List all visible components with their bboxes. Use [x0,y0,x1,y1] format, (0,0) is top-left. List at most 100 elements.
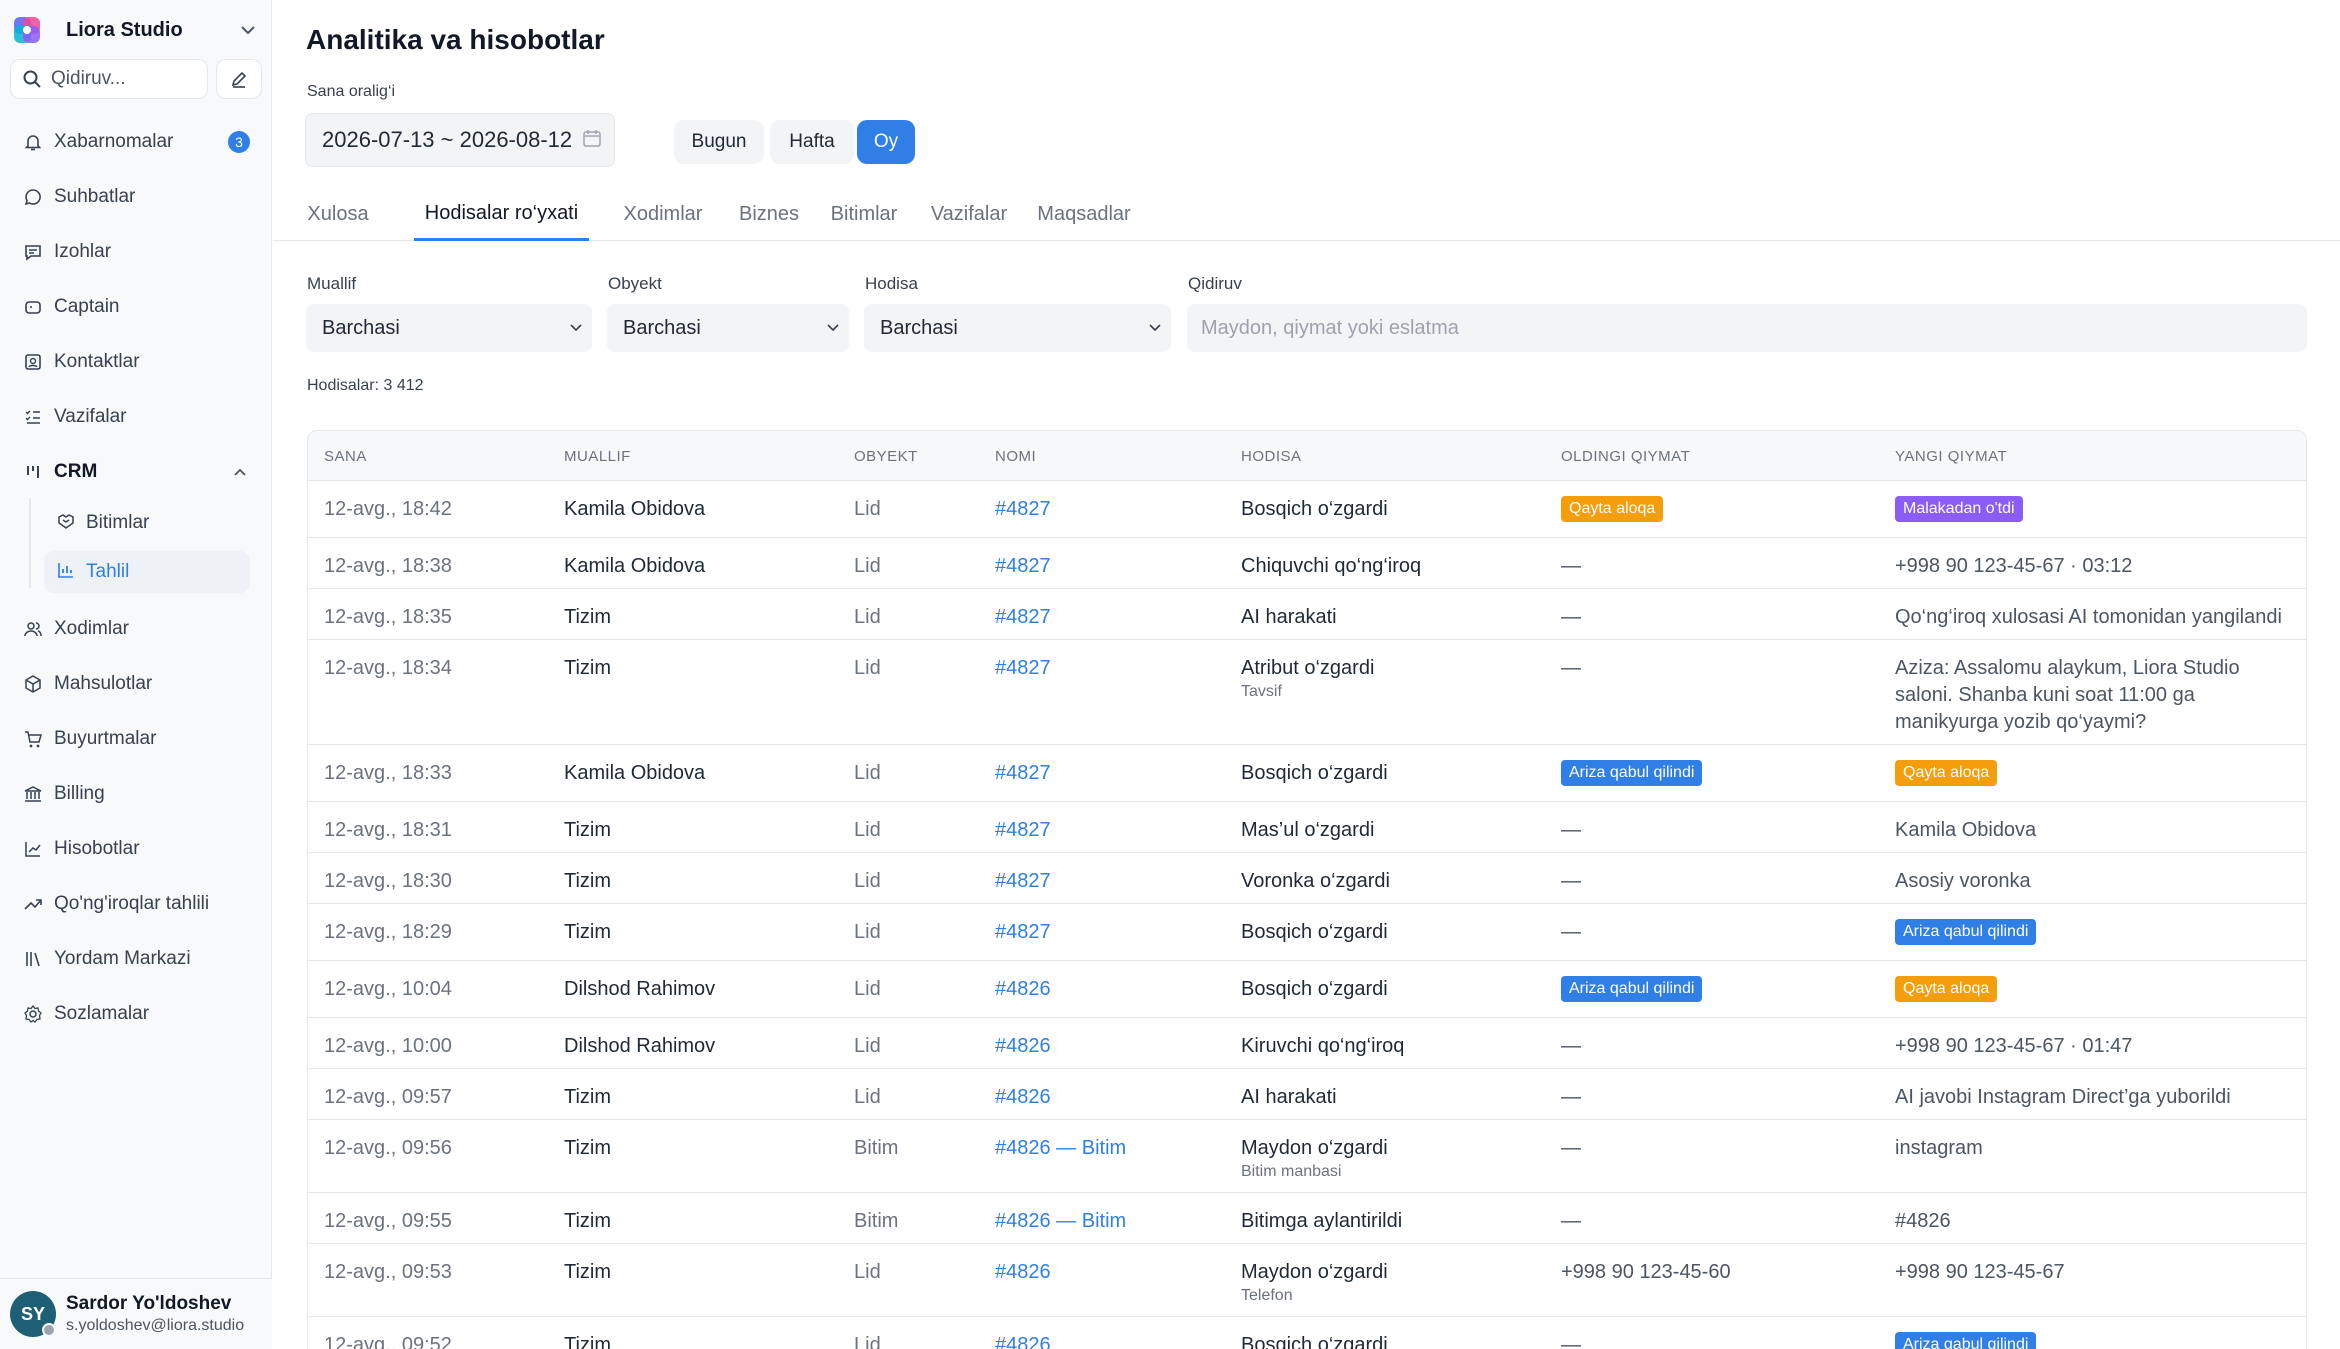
stage-badge: Ariza qabul qilindi [1561,976,1703,1002]
sidebar-item-notes[interactable]: Izohlar [10,230,262,274]
table-row[interactable]: 12-avg., 10:00 Dilshod Rahimov Lid #4826 Kir… [308,1018,2306,1069]
stage-badge: Qayta aloqa [1895,976,1998,1002]
report-tabs: Xulosa Hodisalar ro‘yxati Xodimlar Bizne… [273,188,2340,241]
column-header-event[interactable]: HODISA [1241,431,1302,481]
cell-new-value: +998 90 123-45-67 · 01:47 [1895,1035,2133,1057]
sidebar-item-orders[interactable]: Buyurtmalar [10,717,262,761]
compose-button[interactable] [216,59,262,99]
author-filter-select[interactable]: Barchasi [306,304,592,352]
event-title: Bosqich o‘zgardi [1241,921,1388,943]
cell-name-link[interactable]: #4827 [995,604,1051,631]
sidebar-subitem-analytics[interactable]: Tahlil [44,551,250,593]
event-title: Bitimga aylantirildi [1241,1210,1403,1232]
tab-events-list[interactable]: Hodisalar ro‘yxati [414,188,589,241]
table-row[interactable]: 12-avg., 18:34 Tizim Lid #4827 Atribut o‘zga… [308,640,2306,745]
tab-business[interactable]: Biznes [727,188,811,241]
table-row[interactable]: 12-avg., 09:55 Tizim Bitim #4826 — Bitim Bit… [308,1193,2306,1244]
cell-name-link[interactable]: #4827 [995,868,1051,895]
sidebar-item-notifications[interactable]: Xabarnomalar 3 [10,120,262,164]
column-header-author[interactable]: MUALLIF [564,431,631,481]
table-row[interactable]: 12-avg., 09:53 Tizim Lid #4826 Maydon o‘zgar… [308,1244,2306,1317]
cell-name-link[interactable]: #4826 [995,1084,1051,1111]
cell-name-link[interactable]: #4827 [995,553,1051,580]
sidebar-item-tasks[interactable]: Vazifalar [10,395,262,439]
chevron-up-icon[interactable] [230,462,250,482]
sidebar-item-label: Captain [54,296,120,317]
date-range-picker[interactable]: 2026-07-13 ~ 2026-08-12 [305,113,615,167]
sidebar-item-call-analytics[interactable]: Qo'ng'iroqlar tahlili [10,882,262,926]
tab-employees[interactable]: Xodimlar [609,188,717,241]
range-week-button[interactable]: Hafta [770,120,854,164]
cell-name-link[interactable]: #4826 [995,976,1051,1003]
sidebar-item-employees[interactable]: Xodimlar [10,607,262,651]
cell-name-link[interactable]: #4827 [995,496,1051,523]
cell-object: Lid [854,498,881,520]
sidebar-item-conversations[interactable]: Suhbatlar [10,175,262,219]
event-title: Bosqich o‘zgardi [1241,762,1388,784]
cell-new-value: instagram [1895,1137,1983,1159]
sidebar-item-reports[interactable]: Hisobotlar [10,827,262,871]
table-row[interactable]: 12-avg., 18:42 Kamila Obidova Lid #4827 Bosq… [308,481,2306,538]
cell-name-link[interactable]: #4827 [995,760,1051,787]
column-header-date[interactable]: SANA [324,431,367,481]
chevron-down-icon [238,20,258,40]
sidebar-item-help-center[interactable]: Yordam Markazi [10,937,262,981]
cell-old-value: — [1561,606,1581,628]
range-today-button[interactable]: Bugun [674,120,764,164]
line-chart-icon [22,838,44,860]
table-row[interactable]: 12-avg., 18:38 Kamila Obidova Lid #4827 Chiq… [308,538,2306,589]
sidebar-item-contacts[interactable]: Kontaktlar [10,340,262,384]
cell-name-link[interactable]: #4827 [995,817,1051,844]
table-row[interactable]: 12-avg., 09:56 Tizim Bitim #4826 — Bitim May… [308,1120,2306,1193]
cell-name-link[interactable]: #4826 — Bitim [995,1135,1126,1162]
sidebar-item-billing[interactable]: Billing [10,772,262,816]
table-row[interactable]: 12-avg., 10:04 Dilshod Rahimov Lid #4826 Bos… [308,961,2306,1018]
cell-new-value: Qo‘ng‘iroq xulosasi AI tomonidan yangila… [1895,606,2282,628]
sidebar-item-label: Sozlamalar [54,1003,150,1024]
cell-old-value: — [1561,555,1581,577]
column-header-object[interactable]: OBYEKT [854,431,918,481]
column-header-old-value[interactable]: OLDINGI QIYMAT [1561,431,1690,481]
column-header-new-value[interactable]: YANGI QIYMAT [1895,431,2007,481]
tab-summary[interactable]: Xulosa [303,188,373,241]
bell-icon [22,131,44,153]
table-row[interactable]: 12-avg., 18:31 Tizim Lid #4827 Mas’ul o‘zgar… [308,802,2306,853]
cell-name-link[interactable]: #4827 [995,919,1051,946]
tab-goals[interactable]: Maqsadlar [1029,188,1139,241]
user-profile[interactable]: SY Sardor Yo'ldoshev s.yoldoshev@liora.s… [0,1278,272,1349]
cell-object: Lid [854,1086,881,1108]
sidebar-item-captain[interactable]: Captain [10,285,262,329]
events-count: Hodisalar: 3 412 [307,377,424,394]
tab-deals[interactable]: Bitimlar [819,188,909,241]
liora-logo-icon [10,13,44,47]
tab-tasks[interactable]: Vazifalar [919,188,1019,241]
sidebar-item-label: Vazifalar [54,406,127,427]
table-header: SANA MUALLIF OBYEKT NOMI HODISA OLDINGI … [308,431,2306,481]
sidebar-item-settings[interactable]: Sozlamalar [10,992,262,1036]
cell-old-value: Qayta aloqa [1561,494,1664,522]
table-row[interactable]: 12-avg., 18:29 Tizim Lid #4827 Bosqich o‘zga… [308,904,2306,961]
cell-name-link[interactable]: #4827 [995,655,1051,682]
cell-name-link[interactable]: #4826 [995,1033,1051,1060]
cell-object: Lid [854,921,881,943]
range-month-button[interactable]: Oy [857,120,915,164]
table-row[interactable]: 12-avg., 18:33 Kamila Obidova Lid #4827 Bosq… [308,745,2306,802]
events-search-input[interactable] [1187,304,2307,352]
event-filter-select[interactable]: Barchasi [864,304,1171,352]
table-row[interactable]: 12-avg., 18:30 Tizim Lid #4827 Voronka o‘zga… [308,853,2306,904]
table-row[interactable]: 12-avg., 09:52 Tizim Lid #4826 Bosqich o‘zga… [308,1317,2306,1349]
sidebar-search[interactable]: Qidiruv... [10,59,208,99]
column-header-name[interactable]: NOMI [995,431,1036,481]
workspace-switcher[interactable]: Liora Studio [10,12,262,48]
cell-name-link[interactable]: #4826 [995,1332,1051,1349]
table-row[interactable]: 12-avg., 18:35 Tizim Lid #4827 AI harakati — Q… [308,589,2306,640]
cell-name-link[interactable]: #4826 — Bitim [995,1208,1126,1235]
sidebar-item-crm[interactable]: CRM [10,450,262,494]
object-filter-select[interactable]: Barchasi [607,304,849,352]
avatar-initials: SY [20,1303,45,1324]
sidebar-subitem-deals[interactable]: Bitimlar [44,502,250,544]
cell-name-link[interactable]: #4826 [995,1259,1051,1286]
table-row[interactable]: 12-avg., 09:57 Tizim Lid #4826 AI harakati — A… [308,1069,2306,1120]
sidebar-item-products[interactable]: Mahsulotlar [10,662,262,706]
cell-object: Lid [854,1035,881,1057]
